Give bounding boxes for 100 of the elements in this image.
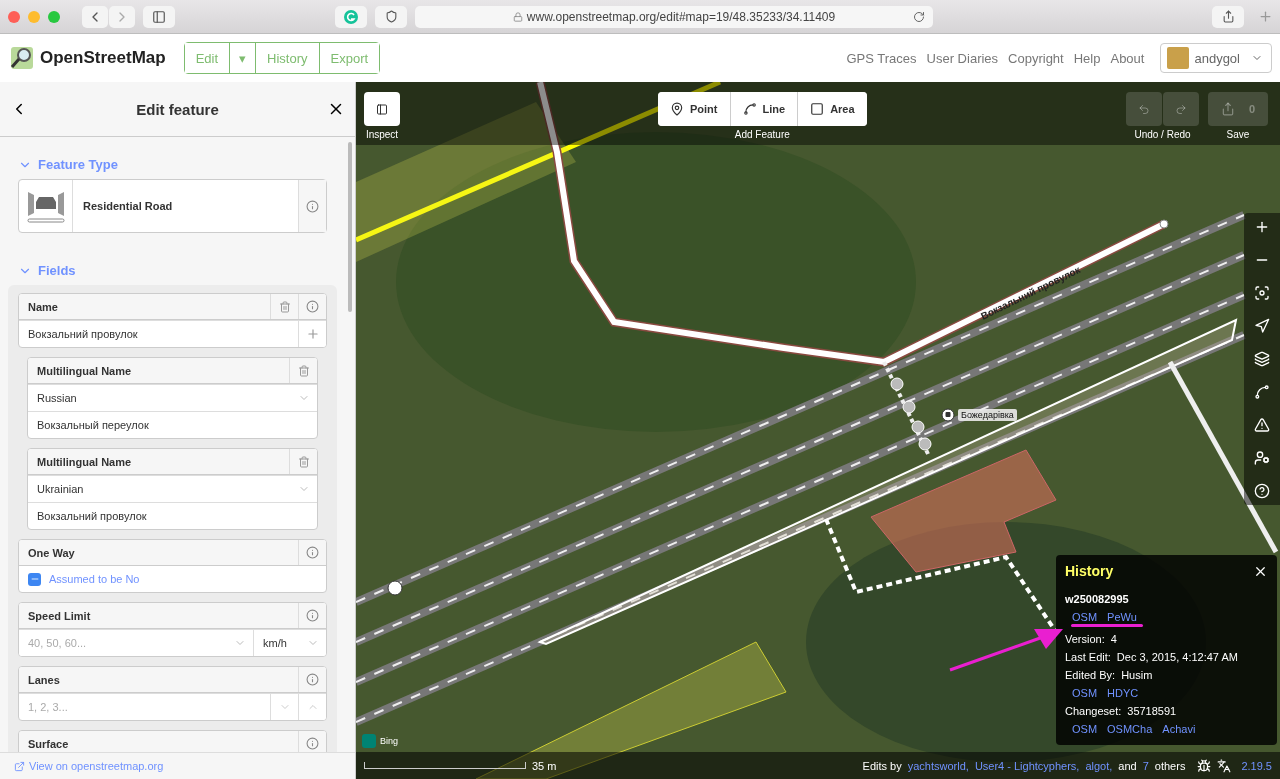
shield-extension-button[interactable]	[375, 5, 407, 28]
info-button[interactable]	[298, 603, 326, 628]
increment-button[interactable]	[298, 694, 326, 720]
history-value: 4	[1110, 633, 1117, 645]
history-link[interactable]: OSM	[1072, 723, 1098, 735]
field-card[interactable]: One Way Assumed to be No	[18, 539, 327, 593]
header-link[interactable]: GPS Traces	[846, 50, 917, 66]
lock-icon	[512, 11, 523, 22]
field-card[interactable]: Lanes 1, 2, 3...	[18, 666, 327, 721]
delete-button[interactable]	[289, 358, 317, 383]
history-link[interactable]: PeWu	[1107, 611, 1137, 623]
toolbar-caption: Undo / Redo	[1134, 129, 1191, 140]
field-card[interactable]: Name Вокзальний провулок	[18, 293, 327, 348]
grammar-extension-icon	[344, 9, 358, 24]
contributor-link[interactable]: User4 - Lightcyphers,	[974, 759, 1080, 772]
field-label: One Way	[27, 546, 76, 559]
zoom-in-icon[interactable]	[1254, 219, 1270, 235]
preset-card[interactable]: Residential Road	[18, 179, 327, 233]
sidebar-toggle-button[interactable]	[143, 5, 175, 28]
lanes-input[interactable]: 1, 2, 3...	[19, 694, 270, 720]
info-button[interactable]	[298, 731, 326, 752]
panel-title: History	[1065, 563, 1114, 579]
locate-icon[interactable]	[1254, 318, 1270, 334]
localized-name-input[interactable]: Вокзальний провулок	[28, 503, 317, 529]
contributor-link[interactable]: yachtsworld,	[907, 759, 969, 772]
info-icon	[306, 300, 319, 313]
share-icon	[1221, 10, 1235, 23]
toolbar-caption: Save	[1226, 129, 1250, 140]
history-link[interactable]: Achavi	[1162, 723, 1196, 735]
history-link[interactable]: OSMCha	[1107, 723, 1153, 735]
add-feature-button[interactable]: Line	[730, 92, 798, 126]
version-link[interactable]: 2.19.5	[1241, 759, 1272, 772]
history-link[interactable]: HDYC	[1107, 687, 1139, 699]
field-card[interactable]: Multilingual Name Ukrainian Вокзальний провулок	[27, 448, 318, 530]
layers-icon[interactable]	[1254, 351, 1270, 367]
add-feature-button[interactable]: Area	[798, 92, 867, 126]
grammar-extension-button[interactable]	[335, 5, 367, 28]
info-button[interactable]	[298, 294, 326, 319]
localized-name-input[interactable]: Вокзальный переулок	[28, 412, 317, 438]
name-input[interactable]: Вокзальний провулок	[19, 321, 298, 347]
info-icon	[306, 737, 319, 750]
history-link[interactable]: OSM	[1072, 611, 1098, 623]
close-window-button[interactable]	[8, 10, 20, 23]
minimize-window-button[interactable]	[28, 10, 40, 23]
zoom-window-button[interactable]	[48, 10, 60, 23]
zoom-to-selection-icon[interactable]	[1254, 285, 1270, 301]
field-card[interactable]: Surface	[18, 730, 327, 752]
add-feature-button[interactable]: Point	[658, 92, 730, 126]
scrollbar[interactable]	[348, 142, 352, 312]
back-button[interactable]	[82, 5, 108, 28]
field-card[interactable]: Speed Limit 40, 50, 60... km/h	[18, 602, 327, 657]
field-label: Multilingual Name	[36, 364, 133, 377]
add-language-button[interactable]	[298, 321, 326, 347]
plus-icon	[1257, 9, 1273, 24]
info-icon	[306, 609, 319, 622]
field-label: Speed Limit	[27, 609, 92, 622]
header-link[interactable]: About	[1110, 50, 1145, 66]
field-card[interactable]: Multilingual Name Russian Вокзальный переулок	[27, 357, 318, 439]
history-label: Edited By:	[1065, 669, 1116, 681]
contributor-link[interactable]: algot,	[1085, 759, 1113, 772]
delete-button[interactable]	[289, 449, 317, 474]
share-button[interactable]	[1212, 5, 1244, 28]
info-button[interactable]	[298, 667, 326, 692]
bus-stop-icon	[941, 408, 955, 422]
history-link[interactable]: OSM	[1072, 687, 1098, 699]
attribution-text: Edits by	[862, 759, 902, 772]
shield-icon	[384, 10, 398, 23]
user-menu-button[interactable]: andygol	[1160, 43, 1272, 73]
reload-icon	[913, 10, 925, 23]
text-input[interactable]: km/h	[254, 630, 300, 656]
map-data-icon[interactable]	[1254, 384, 1270, 400]
preferences-icon[interactable]	[1254, 450, 1270, 466]
info-button[interactable]	[298, 180, 326, 232]
panel-title: Edit feature	[136, 100, 219, 118]
help-icon[interactable]	[1254, 483, 1270, 499]
inspect-button[interactable]	[364, 92, 400, 126]
avatar-placeholder	[1167, 47, 1190, 69]
forward-button[interactable]	[109, 5, 135, 28]
trash-icon	[297, 364, 310, 377]
warning-icon[interactable]	[1254, 417, 1270, 433]
header-link[interactable]: User Diaries	[926, 50, 999, 66]
checkbox[interactable]	[28, 572, 41, 586]
attribution-text: others	[1154, 759, 1186, 772]
bug-icon[interactable]	[1197, 758, 1212, 773]
unit-select[interactable]: km/h	[253, 630, 326, 656]
language-icon[interactable]	[1217, 758, 1232, 773]
imagery-label: Bing	[380, 736, 398, 746]
plus-icon	[305, 327, 320, 341]
field-label: Multilingual Name	[36, 455, 133, 468]
info-icon	[306, 199, 319, 213]
header-link[interactable]: Copyright	[1008, 50, 1064, 66]
address-bar[interactable]: www.openstreetmap.org/edit#map=19/48.35233/34.11409	[415, 5, 933, 28]
info-button[interactable]	[298, 540, 326, 565]
info-icon	[306, 673, 319, 686]
contributor-count-link[interactable]: 7	[1142, 759, 1149, 772]
info-icon	[306, 546, 319, 559]
sidebar-icon	[376, 101, 388, 117]
field-label: Surface	[27, 737, 70, 750]
header-link[interactable]: Help	[1073, 50, 1101, 66]
upload-icon	[1220, 102, 1235, 116]
